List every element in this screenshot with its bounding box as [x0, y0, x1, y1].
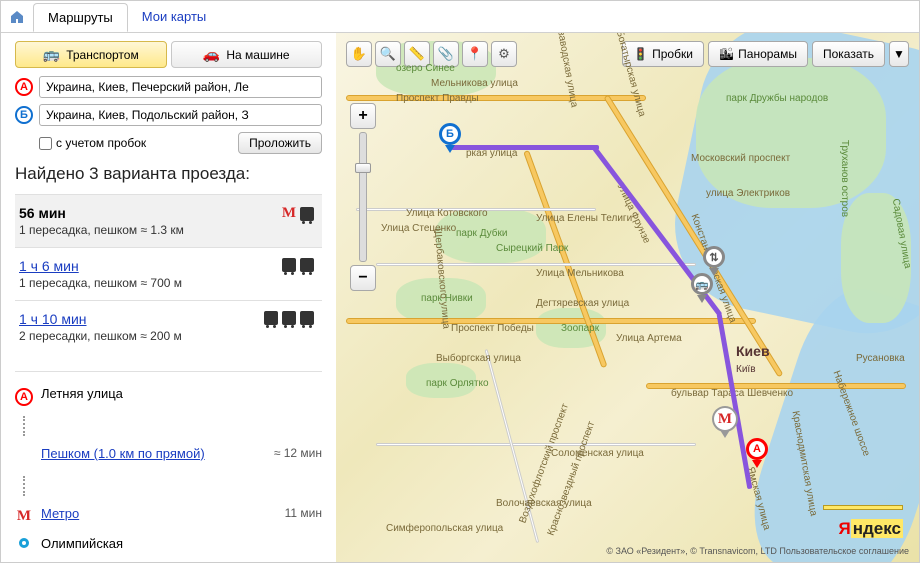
map-street-label: Улица Мельникова: [536, 268, 624, 279]
map-street-label: парк Орлятко: [426, 378, 489, 389]
home-icon[interactable]: [7, 7, 27, 27]
bus-icon: [282, 311, 296, 325]
found-header: Найдено 3 варианта проезда:: [15, 164, 322, 184]
yandex-logo[interactable]: Яндекс: [835, 518, 907, 540]
route-button[interactable]: Проложить: [238, 132, 322, 154]
show-dropdown-icon[interactable]: ▼: [889, 41, 909, 67]
map-street-label: Улица Артема: [616, 333, 682, 344]
zoom-in-button[interactable]: +: [350, 103, 376, 129]
map-street-label: парк Дружбы народов: [726, 93, 828, 104]
variant-2[interactable]: 1 ч 6 мин 1 пересадка, пешком ≈ 700 м: [15, 247, 322, 300]
mode-transit[interactable]: 🚌Транспортом: [15, 41, 167, 68]
metro-icon: М: [17, 508, 31, 525]
map-street-label: Выборгская улица: [436, 353, 521, 364]
map-street-label: Сырецкий Парк: [496, 243, 568, 254]
map-street-label: Труханов остров: [839, 140, 850, 217]
panorama-button[interactable]: 🏙Панорамы: [708, 41, 808, 67]
bus-icon: 🚌: [43, 46, 60, 63]
bus-icon: [264, 311, 278, 325]
metro-time: 11 мин: [285, 506, 322, 520]
station-1: Олимпийская: [41, 536, 322, 551]
address-b-input[interactable]: [39, 104, 322, 126]
metro-icon: М: [282, 205, 296, 222]
more-tool-icon[interactable]: ⚙: [491, 41, 517, 67]
traffic-checkbox[interactable]: с учетом пробок: [39, 136, 146, 150]
variant-1[interactable]: 56 мин 1 пересадка, пешком ≈ 1.3 км М: [15, 194, 322, 247]
map-pin-b[interactable]: Б: [439, 123, 461, 153]
map-street-label: Мельникова улица: [431, 78, 518, 89]
zoom-slider[interactable]: [359, 132, 367, 262]
map-street-label: озеро Синее: [396, 63, 455, 74]
map-pin-bus[interactable]: 🚌: [691, 273, 713, 303]
step-start: Летняя улица: [41, 386, 322, 401]
show-button[interactable]: Показать: [812, 41, 885, 67]
step-walk[interactable]: Пешком (1.0 км по прямой): [41, 446, 205, 461]
step-metro[interactable]: Метро: [41, 506, 79, 521]
map-street-label: Волочаевская улица: [496, 498, 592, 509]
map-canvas[interactable]: Б ⇅ 🚌 А М озеро Синее Проспект Правды Мель…: [336, 33, 919, 562]
pin-a-icon: А: [15, 78, 33, 96]
panorama-icon: 🏙: [719, 47, 734, 61]
map-street-label: Русановка: [856, 353, 905, 364]
map-tools-right: 🚦Пробки 🏙Панорамы Показать ▼: [622, 41, 909, 67]
map-street-label: Симферопольская улица: [386, 523, 503, 534]
car-icon: 🚗: [203, 46, 220, 63]
map-pin-transfer[interactable]: ⇅: [703, 246, 725, 276]
map-street-label: Дегтяревская улица: [536, 298, 629, 309]
map-pin-metro[interactable]: М: [714, 408, 736, 438]
map-street-label: Проспект Победы: [451, 323, 534, 334]
bus-icon: [300, 311, 314, 325]
map-street-label: Улица Стеценко: [381, 223, 456, 234]
scale-bar: [823, 505, 903, 510]
variant-3[interactable]: 1 ч 10 мин 2 пересадки, пешком ≈ 200 м: [15, 300, 322, 353]
traffic-button[interactable]: 🚦Пробки: [622, 41, 704, 67]
city-label: КиевКиїв: [736, 343, 770, 375]
traffic-icon: 🚦: [633, 47, 648, 61]
bus-icon: [300, 258, 314, 272]
map-pin-a[interactable]: А: [746, 438, 768, 468]
tab-mymaps[interactable]: Мои карты: [128, 3, 221, 30]
map-street-label: Зоопарк: [561, 323, 599, 334]
bus-icon: [282, 258, 296, 272]
mode-car[interactable]: 🚗На машине: [171, 41, 323, 68]
map-street-label: улица Электриков: [706, 188, 790, 199]
map-street-label: Улица Котовского: [406, 208, 488, 219]
map-street-label: Улица Елены Телиги: [536, 213, 632, 224]
sidebar: 🚌Транспортом 🚗На машине А Б с учетом про…: [1, 33, 336, 562]
map-street-label: Московский проспект: [691, 153, 790, 164]
zoom-control: + −: [350, 103, 376, 291]
address-a-input[interactable]: [39, 76, 322, 98]
map-street-label: Проспект Правды: [396, 93, 479, 104]
walk-time: ≈ 12 мин: [274, 446, 322, 460]
zoom-handle[interactable]: [355, 163, 371, 173]
pin-b-icon: Б: [15, 106, 33, 124]
zoom-out-button[interactable]: −: [350, 265, 376, 291]
pin-tool-icon[interactable]: 📍: [462, 41, 488, 67]
bus-icon: [300, 207, 314, 221]
map-street-label: Соломенская улица: [551, 448, 644, 459]
pin-a-icon: А: [15, 388, 33, 406]
map-street-label: парк Дубки: [456, 228, 507, 239]
tab-routes[interactable]: Маршруты: [33, 3, 128, 32]
pan-tool-icon[interactable]: ✋: [346, 41, 372, 67]
copyright: © ЗАО «Резидент», © Transnavicom, LTD По…: [606, 546, 909, 556]
metro-stop-icon: [19, 538, 29, 548]
